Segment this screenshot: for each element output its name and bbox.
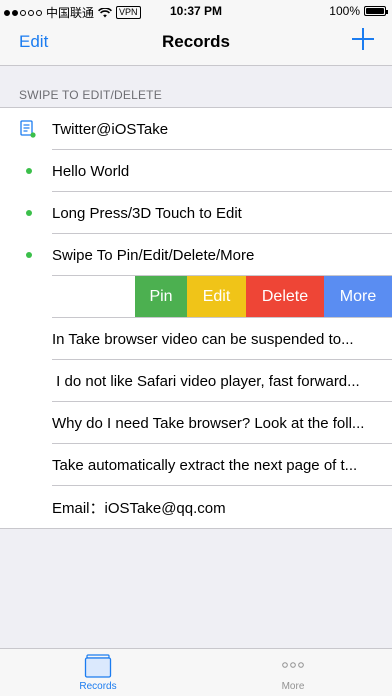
list-item-label: In Take browser video can be suspended t… [52, 330, 354, 348]
delete-button[interactable]: Delete [246, 276, 324, 318]
list-item[interactable]: Hello World [0, 150, 392, 192]
records-tab-icon [84, 654, 112, 678]
bullet-icon [26, 252, 32, 258]
bullet-icon [26, 210, 32, 216]
swiped-list-item[interactable]: Pin Edit Delete More [0, 276, 392, 318]
list-item-label: I do not like Safari video player, fast … [52, 372, 360, 390]
battery-percent: 100% [329, 4, 360, 18]
list-item[interactable]: Swipe To Pin/Edit/Delete/More [0, 234, 392, 276]
list-item[interactable]: Twitter@iOSTake [0, 108, 392, 150]
list-item[interactable]: Take automatically extract the next page… [0, 444, 392, 486]
add-icon[interactable] [352, 28, 374, 50]
swipe-actions: Pin Edit Delete More [135, 276, 392, 318]
bullet-icon [26, 168, 32, 174]
list-item-label: Email：iOSTake@qq.com [52, 499, 226, 517]
tab-more-label: More [281, 681, 305, 692]
list-item-label: Swipe To Pin/Edit/Delete/More [52, 246, 255, 264]
status-bar: 中国联通 VPN 10:37 PM 100% [0, 0, 392, 22]
tab-more[interactable]: More [253, 653, 333, 692]
tab-records-label: Records [79, 681, 117, 692]
navigation-bar: Edit Records [0, 22, 392, 66]
list-item-label: Hello World [52, 162, 130, 180]
list-item[interactable]: Why do I need Take browser? Look at the … [0, 402, 392, 444]
edit-row-button[interactable]: Edit [187, 276, 246, 318]
list-item[interactable]: Long Press/3D Touch to Edit [0, 192, 392, 234]
more-button[interactable]: More [324, 276, 392, 318]
list-item[interactable]: Email：iOSTake@qq.com [0, 486, 392, 528]
status-right: 100% [329, 4, 388, 18]
section-header: SWIPE TO EDIT/DELETE [19, 88, 162, 102]
page-title: Records [161, 32, 231, 51]
tab-records[interactable]: Records [58, 653, 138, 692]
list-item[interactable]: In Take browser video can be suspended t… [0, 318, 392, 360]
list-item[interactable]: I do not like Safari video player, fast … [0, 360, 392, 402]
list-item-label: Long Press/3D Touch to Edit [52, 204, 242, 222]
list-item-label: Take automatically extract the next page… [52, 456, 358, 474]
records-list: Twitter@iOSTake Hello World Long Press/3… [0, 107, 392, 529]
tab-bar: Records More [0, 648, 392, 696]
pin-button[interactable]: Pin [135, 276, 187, 318]
list-item-label: Why do I need Take browser? Look at the … [52, 414, 365, 432]
battery-icon [364, 6, 388, 16]
list-item-label: Twitter@iOSTake [52, 120, 169, 138]
document-icon [20, 120, 36, 138]
more-dots-icon [282, 662, 304, 668]
